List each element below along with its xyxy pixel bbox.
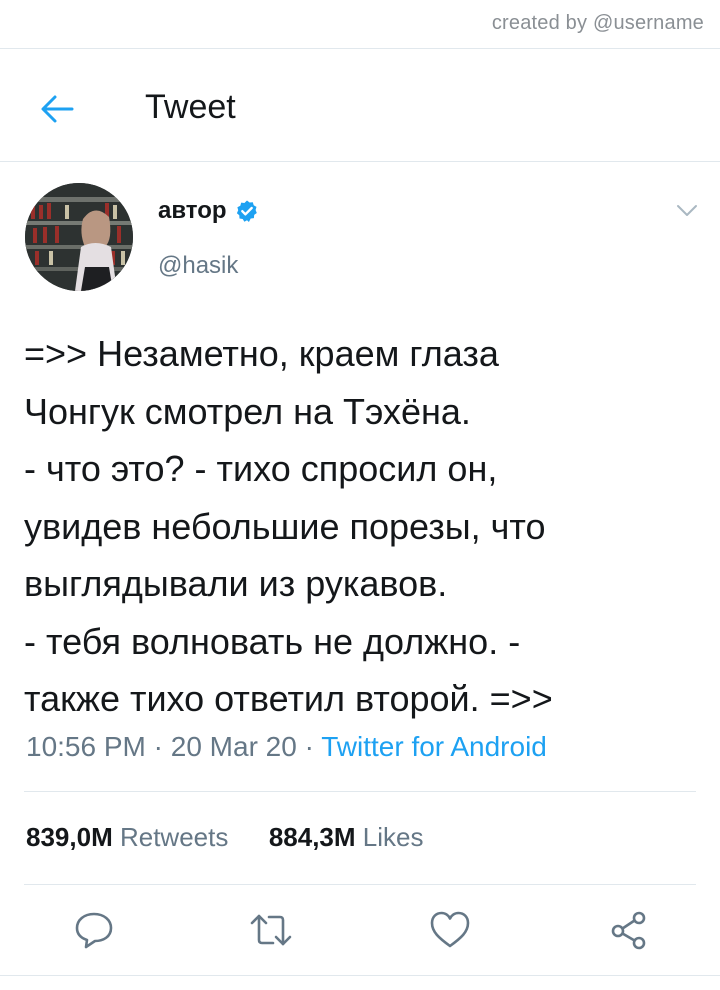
likes-count[interactable]: 884,3M (269, 822, 356, 852)
meta-divider (24, 791, 696, 792)
action-bar (0, 905, 720, 961)
retweets-label[interactable]: Retweets (120, 822, 228, 852)
author-name[interactable]: автор (158, 197, 227, 225)
share-button[interactable] (607, 908, 651, 952)
tweet-date: 20 Mar 20 (170, 731, 297, 762)
reply-icon (75, 912, 113, 949)
retweet-button[interactable] (249, 908, 293, 952)
back-button[interactable] (34, 86, 80, 132)
author-handle[interactable]: @hasik (158, 252, 238, 280)
stats-divider (24, 884, 696, 885)
tweet-source-link[interactable]: Twitter for Android (321, 731, 547, 762)
bottom-divider (0, 975, 720, 976)
avatar[interactable] (25, 183, 133, 291)
chevron-down-icon[interactable] (676, 204, 698, 218)
retweet-icon (250, 914, 292, 946)
tweet-meta: 10:56 PM · 20 Mar 20 · Twitter for Andro… (26, 731, 547, 763)
meta-separator: · (304, 731, 314, 762)
heart-icon (430, 911, 470, 948)
tweet-time: 10:56 PM (26, 731, 146, 762)
retweets-count[interactable]: 839,0M (26, 822, 113, 852)
header-divider (0, 161, 720, 162)
reply-button[interactable] (72, 908, 116, 952)
avatar-image (25, 183, 133, 291)
verified-badge-icon (236, 200, 257, 222)
page-title: Tweet (145, 88, 236, 126)
likes-label[interactable]: Likes (363, 822, 424, 852)
meta-separator: · (153, 731, 163, 762)
share-icon (611, 911, 646, 950)
header: Tweet (0, 62, 720, 154)
like-button[interactable] (428, 908, 472, 952)
tweet-stats: 839,0M Retweets 884,3M Likes (26, 822, 424, 853)
author-row: автор (158, 197, 259, 225)
arrow-left-icon (41, 95, 74, 123)
watermark: created by @username (491, 12, 704, 34)
top-divider (0, 48, 720, 49)
tweet-text: =>> Незаметно, краем глаза Чонгук смотре… (24, 333, 553, 719)
